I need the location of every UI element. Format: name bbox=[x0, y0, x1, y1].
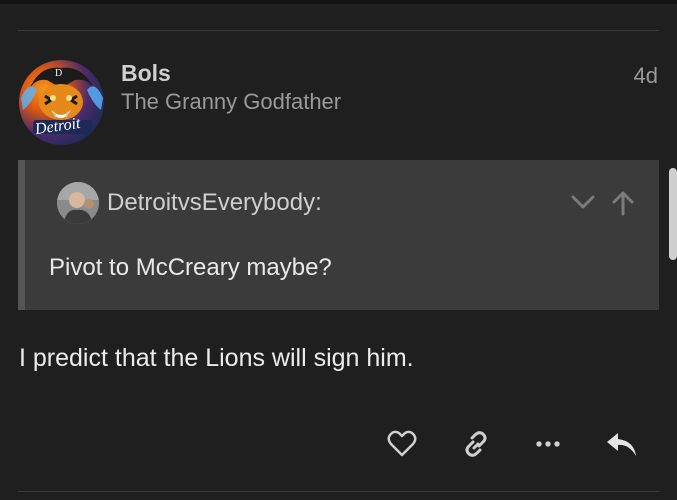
scrollbar-thumb[interactable] bbox=[669, 168, 677, 260]
post-date[interactable]: 4d bbox=[634, 63, 658, 89]
arrow-up-icon[interactable] bbox=[611, 190, 635, 216]
author-avatar[interactable]: D Detroit bbox=[19, 60, 104, 145]
reply-icon[interactable] bbox=[604, 427, 640, 461]
post-body: I predict that the Lions will sign him. bbox=[19, 344, 414, 372]
person-avatar-icon bbox=[57, 182, 99, 224]
quote-author-avatar[interactable] bbox=[57, 182, 99, 224]
post-divider-bottom bbox=[18, 491, 659, 492]
author-title: The Granny Godfather bbox=[121, 89, 342, 114]
link-icon[interactable] bbox=[458, 427, 494, 461]
author-username[interactable]: Bols bbox=[121, 60, 171, 87]
svg-text:D: D bbox=[55, 68, 62, 79]
post-divider-top bbox=[18, 30, 659, 31]
ellipsis-icon[interactable] bbox=[530, 427, 566, 461]
post-actions bbox=[384, 427, 644, 461]
chevron-down-icon[interactable] bbox=[569, 190, 597, 216]
heart-icon[interactable] bbox=[384, 427, 420, 461]
quote-author-name[interactable]: DetroitvsEverybody: bbox=[107, 189, 322, 217]
quote-block: DetroitvsEverybody: Pivot to McCreary ma… bbox=[18, 160, 659, 310]
top-bar bbox=[0, 0, 677, 4]
quote-text: Pivot to McCreary maybe? bbox=[49, 254, 332, 281]
